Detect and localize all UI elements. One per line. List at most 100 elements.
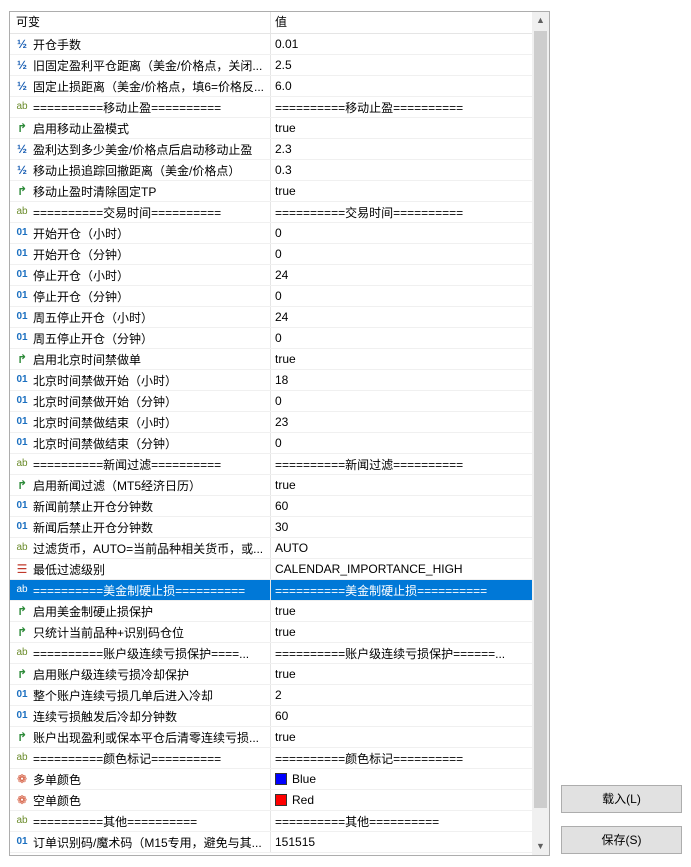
parameter-name-cell[interactable]: ❁ 空单颜色	[10, 790, 271, 810]
parameter-value-cell[interactable]: CALENDAR_IMPORTANCE_HIGH	[271, 559, 532, 579]
parameter-row[interactable]: ab ==========账户级连续亏损保护====... ==========账户…	[10, 643, 532, 664]
parameter-row[interactable]: 01 订单识别码/魔术码（M15专用，避免与其... 151515	[10, 832, 532, 853]
parameter-row[interactable]: 01 停止开仓（小时） 24	[10, 265, 532, 286]
parameter-name-cell[interactable]: ½ 开仓手数	[10, 34, 271, 54]
parameter-row[interactable]: ❁ 多单颜色 Blue	[10, 769, 532, 790]
parameter-row[interactable]: ab ==========交易时间========== ==========交易时间…	[10, 202, 532, 223]
parameter-row[interactable]: 01 连续亏损触发后冷却分钟数 60	[10, 706, 532, 727]
parameter-name-cell[interactable]: 01 北京时间禁做结束（小时）	[10, 412, 271, 432]
parameter-row[interactable]: ab ==========其他========== ==========其他====…	[10, 811, 532, 832]
column-header-value[interactable]: 值	[271, 12, 532, 33]
parameter-row[interactable]: ab ==========颜色标记========== ==========颜色标记…	[10, 748, 532, 769]
parameter-name-cell[interactable]: ab ==========其他==========	[10, 811, 271, 831]
parameter-name-cell[interactable]: 01 周五停止开仓（分钟）	[10, 328, 271, 348]
parameter-name-cell[interactable]: 01 订单识别码/魔术码（M15专用，避免与其...	[10, 832, 271, 852]
parameter-value-cell[interactable]: 0	[271, 244, 532, 264]
load-button[interactable]: 载入(L)	[561, 785, 682, 813]
parameter-value-cell[interactable]: Blue	[271, 769, 532, 789]
parameter-name-cell[interactable]: 01 北京时间禁做开始（分钟）	[10, 391, 271, 411]
parameter-name-cell[interactable]: ab ==========账户级连续亏损保护====...	[10, 643, 271, 663]
parameter-name-cell[interactable]: ab ==========美金制硬止损==========	[10, 580, 271, 600]
parameter-value-cell[interactable]: true	[271, 349, 532, 369]
parameter-row[interactable]: ↱ 账户出现盈利或保本平仓后清零连续亏损... true	[10, 727, 532, 748]
parameter-name-cell[interactable]: ↱ 启用北京时间禁做单	[10, 349, 271, 369]
parameter-name-cell[interactable]: ½ 固定止损距离（美金/价格点，填6=价格反...	[10, 76, 271, 96]
parameter-row[interactable]: ab ==========新闻过滤========== ==========新闻过滤…	[10, 454, 532, 475]
parameter-row[interactable]: ↱ 移动止盈时清除固定TP true	[10, 181, 532, 202]
parameter-value-cell[interactable]: 0.3	[271, 160, 532, 180]
parameter-value-cell[interactable]: ==========美金制硬止损==========	[271, 580, 532, 600]
parameter-value-cell[interactable]: 2	[271, 685, 532, 705]
parameter-value-cell[interactable]: true	[271, 664, 532, 684]
scrollbar-thumb[interactable]	[534, 31, 547, 808]
parameter-value-cell[interactable]: 6.0	[271, 76, 532, 96]
parameter-row[interactable]: 01 整个账户连续亏损几单后进入冷却 2	[10, 685, 532, 706]
parameter-value-cell[interactable]: true	[271, 181, 532, 201]
parameter-row[interactable]: 01 新闻前禁止开仓分钟数 60	[10, 496, 532, 517]
parameter-row[interactable]: ab 过滤货币，AUTO=当前品种相关货币，或... AUTO	[10, 538, 532, 559]
parameter-row[interactable]: ↱ 只统计当前品种+识别码仓位 true	[10, 622, 532, 643]
parameter-row[interactable]: 01 开始开仓（分钟） 0	[10, 244, 532, 265]
parameter-row[interactable]: 01 北京时间禁做开始（小时） 18	[10, 370, 532, 391]
parameter-value-cell[interactable]: true	[271, 118, 532, 138]
parameter-name-cell[interactable]: ↱ 只统计当前品种+识别码仓位	[10, 622, 271, 642]
parameter-value-cell[interactable]: 2.3	[271, 139, 532, 159]
parameter-value-cell[interactable]: true	[271, 601, 532, 621]
parameter-value-cell[interactable]: AUTO	[271, 538, 532, 558]
parameter-value-cell[interactable]: 0	[271, 433, 532, 453]
save-button[interactable]: 保存(S)	[561, 826, 682, 854]
parameter-name-cell[interactable]: 01 停止开仓（小时）	[10, 265, 271, 285]
parameter-value-cell[interactable]: true	[271, 622, 532, 642]
parameter-row[interactable]: ↱ 启用北京时间禁做单 true	[10, 349, 532, 370]
parameter-name-cell[interactable]: ab ==========交易时间==========	[10, 202, 271, 222]
parameter-value-cell[interactable]: ==========颜色标记==========	[271, 748, 532, 768]
parameter-row[interactable]: ½ 开仓手数 0.01	[10, 34, 532, 55]
parameter-name-cell[interactable]: ab ==========颜色标记==========	[10, 748, 271, 768]
parameter-value-cell[interactable]: 0	[271, 328, 532, 348]
parameter-name-cell[interactable]: ab ==========新闻过滤==========	[10, 454, 271, 474]
parameter-row[interactable]: ↱ 启用美金制硬止损保护 true	[10, 601, 532, 622]
scroll-up-arrow-icon[interactable]: ▲	[532, 12, 549, 29]
parameter-row[interactable]: 01 北京时间禁做结束（小时） 23	[10, 412, 532, 433]
parameter-value-cell[interactable]: 60	[271, 496, 532, 516]
parameter-row[interactable]: 01 北京时间禁做结束（分钟） 0	[10, 433, 532, 454]
parameter-name-cell[interactable]: ↱ 启用账户级连续亏损冷却保护	[10, 664, 271, 684]
parameter-name-cell[interactable]: 01 开始开仓（小时）	[10, 223, 271, 243]
parameter-row[interactable]: ↱ 启用账户级连续亏损冷却保护 true	[10, 664, 532, 685]
parameter-value-cell[interactable]: 0	[271, 223, 532, 243]
parameter-row[interactable]: ↱ 启用新闻过滤（MT5经济日历） true	[10, 475, 532, 496]
parameter-value-cell[interactable]: 23	[271, 412, 532, 432]
parameter-name-cell[interactable]: 01 开始开仓（分钟）	[10, 244, 271, 264]
parameter-name-cell[interactable]: ½ 盈利达到多少美金/价格点后启动移动止盈	[10, 139, 271, 159]
parameter-name-cell[interactable]: ❁ 多单颜色	[10, 769, 271, 789]
parameter-name-cell[interactable]: ab ==========移动止盈==========	[10, 97, 271, 117]
scroll-down-arrow-icon[interactable]: ▼	[532, 838, 549, 855]
parameter-value-cell[interactable]: true	[271, 727, 532, 747]
parameter-value-cell[interactable]: Red	[271, 790, 532, 810]
parameter-value-cell[interactable]: 24	[271, 265, 532, 285]
parameter-row[interactable]: 01 北京时间禁做开始（分钟） 0	[10, 391, 532, 412]
parameter-row[interactable]: 01 周五停止开仓（分钟） 0	[10, 328, 532, 349]
color-swatch[interactable]	[275, 794, 287, 806]
parameter-value-cell[interactable]: 18	[271, 370, 532, 390]
parameter-name-cell[interactable]: ½ 旧固定盈利平仓距离（美金/价格点，关闭...	[10, 55, 271, 75]
parameter-row[interactable]: ☰ 最低过滤级别 CALENDAR_IMPORTANCE_HIGH	[10, 559, 532, 580]
vertical-scrollbar[interactable]: ▲ ▼	[532, 12, 549, 855]
parameter-value-cell[interactable]: ==========交易时间==========	[271, 202, 532, 222]
parameter-row[interactable]: 01 周五停止开仓（小时） 24	[10, 307, 532, 328]
parameter-row[interactable]: ½ 固定止损距离（美金/价格点，填6=价格反... 6.0	[10, 76, 532, 97]
parameter-value-cell[interactable]: 0	[271, 286, 532, 306]
parameter-name-cell[interactable]: ↱ 启用新闻过滤（MT5经济日历）	[10, 475, 271, 495]
parameter-row[interactable]: ½ 盈利达到多少美金/价格点后启动移动止盈 2.3	[10, 139, 532, 160]
parameter-value-cell[interactable]: ==========移动止盈==========	[271, 97, 532, 117]
parameter-name-cell[interactable]: ☰ 最低过滤级别	[10, 559, 271, 579]
parameter-row[interactable]: 01 停止开仓（分钟） 0	[10, 286, 532, 307]
parameter-name-cell[interactable]: 01 周五停止开仓（小时）	[10, 307, 271, 327]
parameter-name-cell[interactable]: 01 停止开仓（分钟）	[10, 286, 271, 306]
parameter-row[interactable]: 01 新闻后禁止开仓分钟数 30	[10, 517, 532, 538]
parameter-value-cell[interactable]: 151515	[271, 832, 532, 852]
parameter-value-cell[interactable]: ==========其他==========	[271, 811, 532, 831]
parameter-name-cell[interactable]: 01 新闻前禁止开仓分钟数	[10, 496, 271, 516]
parameter-name-cell[interactable]: ↱ 移动止盈时清除固定TP	[10, 181, 271, 201]
parameter-name-cell[interactable]: 01 连续亏损触发后冷却分钟数	[10, 706, 271, 726]
